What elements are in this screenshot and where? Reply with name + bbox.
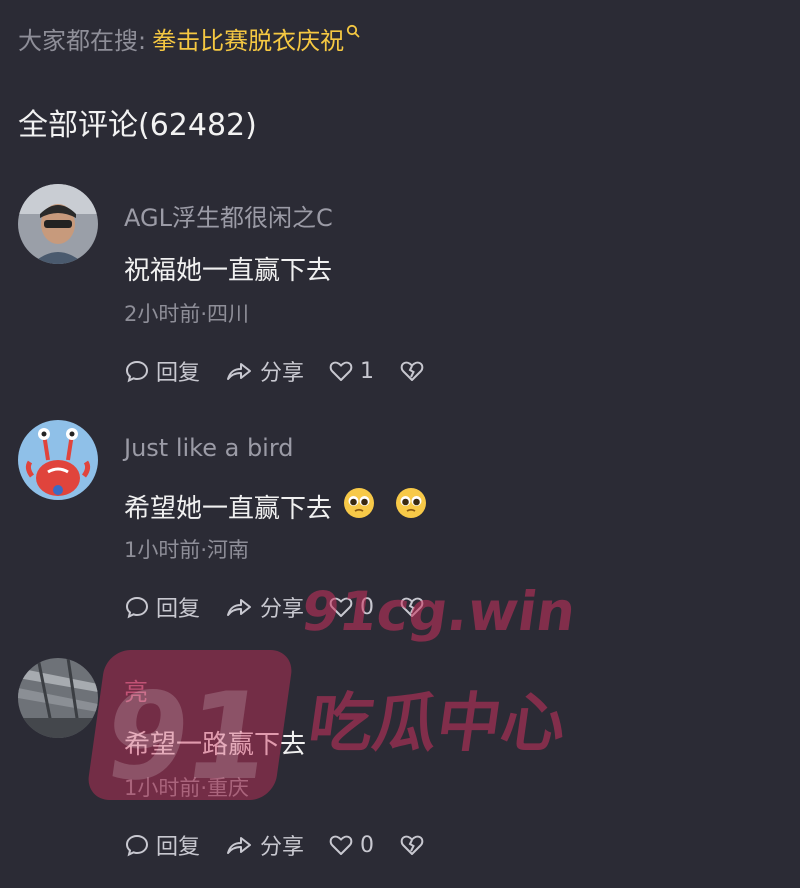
comment-body: 希望一路赢下去 [124, 730, 307, 760]
like-count: 1 [360, 358, 375, 384]
broken-heart-icon [400, 835, 424, 855]
comment-bubble-icon [125, 596, 149, 619]
comment-item: Just like a bird 希望她一直赢下去 1小时前·河南 回复 分享 … [0, 420, 800, 650]
search-suggestion-term[interactable]: 拳击比赛脱衣庆祝 [152, 21, 344, 56]
comment-text: 希望她一直赢下去 [124, 486, 428, 527]
avatar[interactable] [18, 184, 98, 264]
comment-text: 祝福她一直赢下去 [124, 250, 332, 287]
heart-icon [329, 835, 353, 855]
share-button[interactable]: 分享 [224, 829, 304, 861]
like-button[interactable]: 0 [328, 833, 374, 858]
dislike-button[interactable] [398, 833, 432, 857]
comment-body: 希望她一直赢下去 [124, 494, 333, 524]
search-suggestion-bar[interactable]: 大家都在搜: 拳击比赛脱衣庆祝 [18, 20, 360, 56]
comment-meta: 1小时前·重庆 [124, 776, 250, 800]
dislike-button[interactable] [398, 359, 432, 383]
reply-label: 回复 [156, 361, 201, 386]
comment-username[interactable]: Just like a bird [124, 434, 294, 462]
avatar[interactable] [18, 658, 98, 738]
heart-icon [329, 597, 353, 617]
comment-actions: 回复 分享 1 [124, 356, 456, 386]
comment-body: 祝福她一直赢下去 [124, 256, 333, 286]
share-arrow-icon [227, 837, 252, 854]
share-label: 分享 [260, 597, 305, 622]
reply-button[interactable]: 回复 [124, 829, 200, 861]
heart-icon [329, 361, 353, 381]
share-label: 分享 [260, 835, 305, 860]
comment-username[interactable]: 亮 [124, 672, 148, 707]
reply-label: 回复 [156, 597, 201, 622]
comment-bubble-icon [125, 834, 149, 857]
comment-username[interactable]: AGL浮生都很闲之C [124, 198, 333, 233]
comment-text: 希望一路赢下去 [124, 724, 306, 761]
comment-meta: 1小时前·河南 [124, 538, 250, 562]
share-button[interactable]: 分享 [224, 591, 304, 623]
reply-button[interactable]: 回复 [124, 355, 200, 387]
like-button[interactable]: 1 [328, 359, 374, 384]
avatar[interactable] [18, 420, 98, 500]
search-suggestion-prefix: 大家都在搜: [18, 26, 147, 55]
comment-bubble-icon [125, 360, 149, 383]
like-button[interactable]: 0 [328, 595, 374, 620]
reply-label: 回复 [156, 835, 201, 860]
pleading-face-emoji-icon [342, 486, 376, 527]
broken-heart-icon [400, 361, 424, 381]
search-icon[interactable] [346, 16, 360, 44]
comment-actions: 回复 分享 0 [124, 592, 456, 622]
like-count: 0 [360, 594, 375, 620]
like-count: 0 [360, 832, 375, 858]
share-button[interactable]: 分享 [224, 355, 304, 387]
reply-button[interactable]: 回复 [124, 591, 200, 623]
share-label: 分享 [260, 361, 305, 386]
comment-item: AGL浮生都很闲之C 祝福她一直赢下去 2小时前·四川 回复 分享 1 [0, 184, 800, 414]
dislike-button[interactable] [398, 595, 432, 619]
broken-heart-icon [400, 597, 424, 617]
comment-item: 亮 希望一路赢下去 1小时前·重庆 回复 分享 0 [0, 658, 800, 888]
share-arrow-icon [227, 599, 252, 616]
share-arrow-icon [227, 363, 252, 380]
comments-count-heading: 全部评论(62482) [18, 108, 257, 143]
pleading-face-emoji-icon [394, 486, 428, 527]
comment-actions: 回复 分享 0 [124, 830, 456, 860]
comment-meta: 2小时前·四川 [124, 302, 250, 326]
